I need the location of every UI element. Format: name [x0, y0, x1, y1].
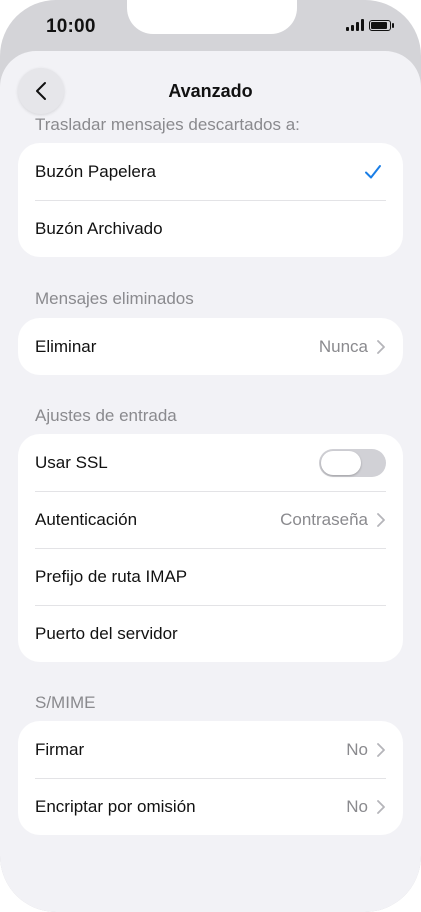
row-label: Firmar: [35, 739, 85, 759]
section-header-incoming: Ajustes de entrada: [35, 406, 177, 425]
encrypt-by-default-row[interactable]: Encriptar por omisión No: [18, 778, 403, 835]
authentication-row[interactable]: Autenticación Contraseña: [18, 491, 403, 548]
battery-icon: [369, 19, 394, 31]
sign-row[interactable]: Firmar No: [18, 721, 403, 778]
row-label: Prefijo de ruta IMAP: [35, 566, 188, 586]
chevron-right-icon: [377, 742, 385, 757]
use-ssl-row: Usar SSL: [18, 434, 403, 491]
row-value: No: [346, 739, 368, 759]
row-value: No: [346, 796, 368, 816]
row-label: Puerto del servidor: [35, 623, 178, 643]
delete-setting-row[interactable]: Eliminar Nunca: [18, 318, 403, 375]
row-label: Buzón Archivado: [35, 218, 163, 238]
row-label: Autenticación: [35, 509, 138, 529]
discarded-group: Buzón Papelera Buzón Archivado: [18, 143, 403, 257]
option-archive-mailbox[interactable]: Buzón Archivado: [18, 200, 403, 257]
row-label: Usar SSL: [35, 452, 108, 472]
row-value: Contraseña: [280, 509, 368, 529]
status-time: 10:00: [46, 16, 96, 37]
option-trash-mailbox[interactable]: Buzón Papelera: [18, 143, 403, 200]
section-header-smime: S/MIME: [35, 693, 96, 712]
row-label: Encriptar por omisión: [35, 796, 196, 816]
checkmark-icon: [365, 164, 381, 178]
smime-group: Firmar No Encriptar por omisión No: [18, 721, 403, 835]
ssl-toggle[interactable]: [319, 448, 386, 477]
chevron-right-icon: [377, 339, 385, 354]
page-title: Avanzado: [168, 81, 253, 101]
server-port-row[interactable]: Puerto del servidor: [18, 605, 403, 662]
imap-path-prefix-row[interactable]: Prefijo de ruta IMAP: [18, 548, 403, 605]
row-value: Nunca: [318, 336, 368, 356]
chevron-right-icon: [377, 512, 385, 527]
toggle-knob: [321, 450, 361, 475]
status-icons: [346, 19, 394, 31]
row-label: Buzón Papelera: [35, 161, 156, 181]
deleted-group: Eliminar Nunca: [18, 318, 403, 375]
settings-screen: Avanzado Trasladar mensajes descartados …: [0, 51, 421, 912]
notch: [127, 0, 297, 34]
row-label: Eliminar: [35, 336, 97, 356]
incoming-group: Usar SSL Autenticación Contraseña Prefij…: [18, 434, 403, 662]
phone-frame: 10:00 Avanzado Trasladar mensajes descar…: [0, 0, 421, 912]
signal-icon: [346, 19, 364, 31]
chevron-right-icon: [377, 799, 385, 814]
section-header-discarded: Trasladar mensajes descartados a:: [35, 115, 300, 134]
section-header-deleted: Mensajes eliminados: [35, 289, 194, 308]
